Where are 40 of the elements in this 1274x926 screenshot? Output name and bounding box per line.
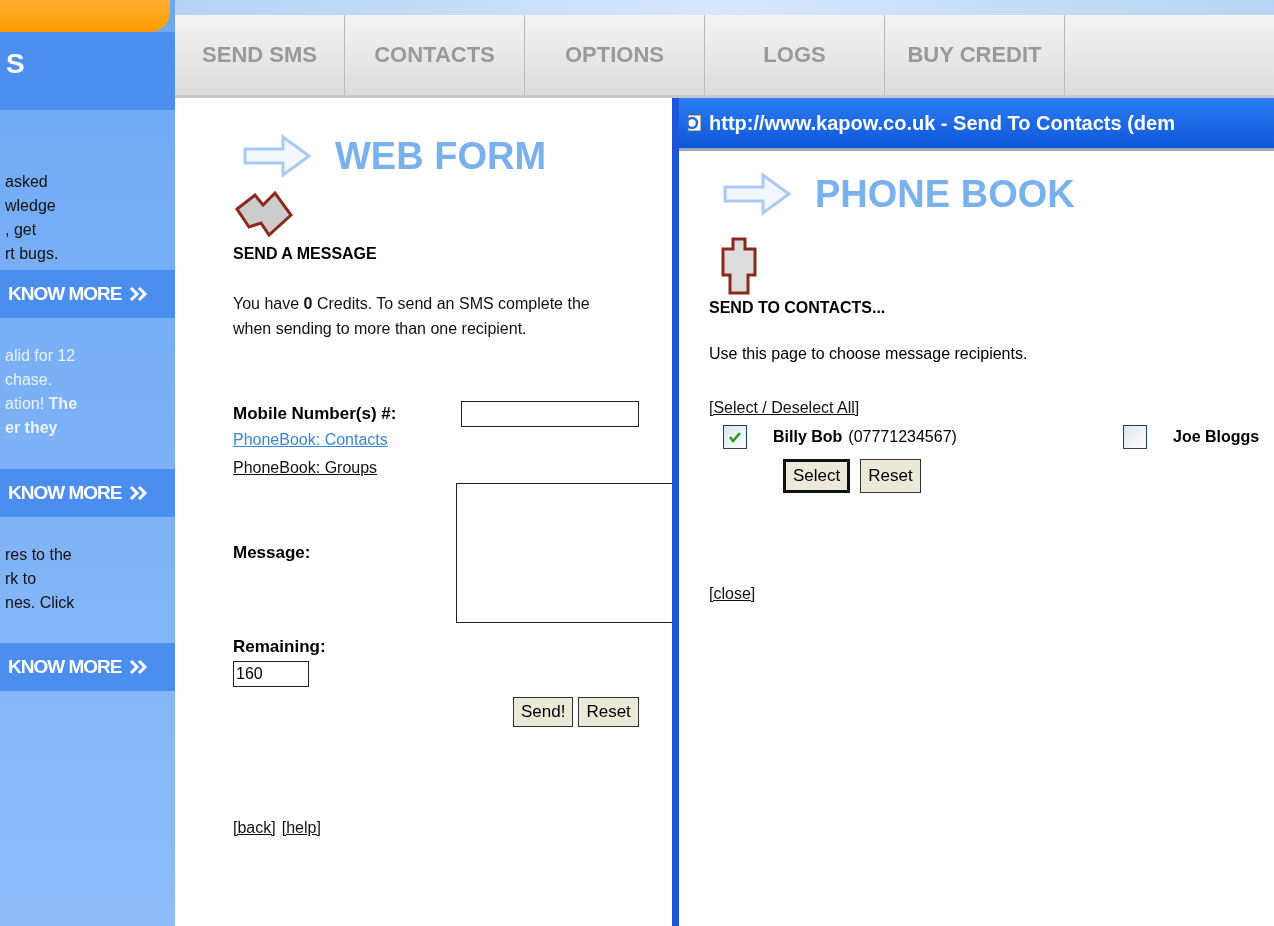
page-heading: WEB FORM: [335, 134, 547, 178]
checkbox[interactable]: [723, 425, 747, 449]
remaining-field[interactable]: 160: [233, 661, 309, 687]
footer-link[interactable]: [back]: [233, 819, 276, 837]
contact-number: (07771234567): [848, 428, 957, 446]
browser-page-icon: [685, 114, 703, 132]
sidebar-text: asked wledge , get rt bugs.: [4, 172, 60, 264]
form-button[interactable]: Select: [783, 459, 851, 493]
section-title: SEND A MESSAGE: [233, 245, 378, 263]
sidebar-text: res to the rk to nes. Click: [4, 545, 76, 613]
checkbox[interactable]: [1123, 425, 1147, 449]
arrow-icon: [721, 171, 793, 217]
arrow-icon: [241, 133, 313, 179]
double-chevron-icon: [129, 286, 150, 302]
select-all-link[interactable]: [Select / Deselect All]: [709, 399, 860, 417]
mobile-number-field[interactable]: [461, 401, 639, 427]
intro-text: You have 0 Credits. To send an SMS complete the when sending to more than one recipient.: [233, 294, 591, 339]
close-link[interactable]: [close]: [709, 585, 756, 603]
sidebar-title: S: [0, 32, 175, 110]
double-chevron-icon: [129, 485, 150, 501]
footer-link[interactable]: [help]: [281, 819, 321, 837]
form-button[interactable]: Send!: [513, 697, 574, 727]
popup-heading: PHONE BOOK: [815, 172, 1075, 216]
window-title: http://www.kapow.co.uk - Send To Contacts (dem: [709, 111, 1175, 135]
arrow-sign-icon: [233, 189, 295, 237]
form-button[interactable]: Reset: [860, 459, 921, 493]
intro-text: Use this page to choose message recipients.: [709, 345, 1029, 363]
sidebar-text: alid for 12 chase. ation! The er they: [4, 346, 79, 438]
message-field[interactable]: [455, 483, 673, 623]
contact-name: Joe Bloggs: [1173, 428, 1260, 446]
phonebook-contacts-link[interactable]: PhoneBook: Contacts: [233, 431, 388, 449]
phonebook-groups-link[interactable]: PhoneBook: Groups: [233, 459, 378, 477]
checkmark-icon: [728, 431, 742, 443]
field-label: Remaining:: [233, 637, 327, 657]
contact-name: Billy Bob: [773, 428, 843, 446]
section-title: SEND TO CONTACTS...: [709, 299, 887, 317]
field-label: Mobile Number(s) #:: [233, 404, 398, 424]
double-chevron-icon: [129, 659, 150, 675]
field-label: Message:: [233, 543, 312, 563]
form-button[interactable]: Reset: [578, 697, 639, 727]
